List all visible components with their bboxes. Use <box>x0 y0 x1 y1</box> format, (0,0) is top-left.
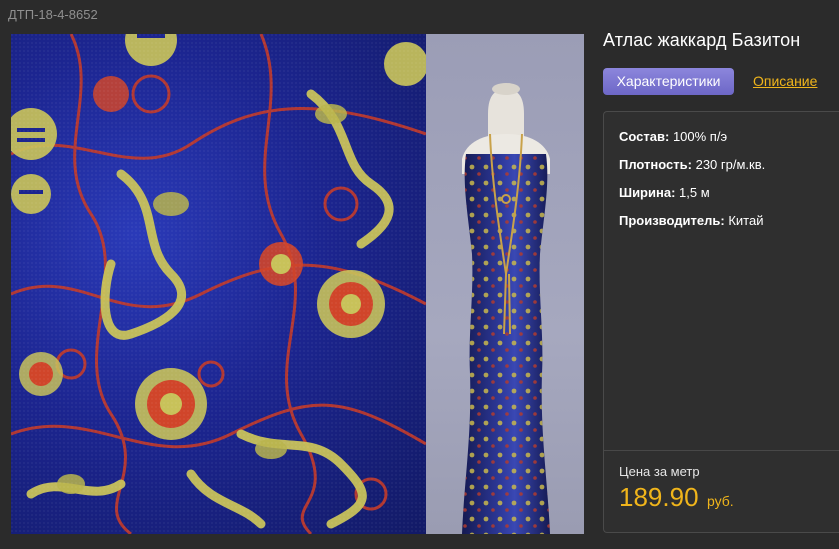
price-label: Цена за метр <box>619 464 700 479</box>
specs-panel: Состав: 100% п/э Плотность: 230 гр/м.кв.… <box>603 111 839 533</box>
spec-value: 100% п/э <box>672 129 728 144</box>
spec-density: Плотность: 230 гр/м.кв. <box>619 157 765 172</box>
tab-description[interactable]: Описание <box>753 73 817 89</box>
product-sku: ДТП-18-4-8652 <box>8 7 98 22</box>
mannequin-image <box>462 83 550 534</box>
spec-composition: Состав: 100% п/э <box>619 129 727 144</box>
fabric-pattern-image <box>11 34 426 534</box>
spec-label: Ширина: <box>619 185 676 200</box>
spec-value: Китай <box>728 213 764 228</box>
mannequin-photo[interactable] <box>426 34 584 534</box>
spec-width: Ширина: 1,5 м <box>619 185 710 200</box>
spec-manufacturer: Производитель: Китай <box>619 213 763 228</box>
spec-label: Состав: <box>619 129 670 144</box>
fabric-closeup-photo[interactable] <box>11 34 426 534</box>
price: 189.90 руб. <box>619 482 734 513</box>
spec-value: 230 гр/м.кв. <box>695 157 766 172</box>
price-currency: руб. <box>706 493 734 509</box>
panel-divider <box>604 450 839 451</box>
spec-value: 1,5 м <box>679 185 710 200</box>
tab-characteristics[interactable]: Характеристики <box>603 68 734 95</box>
spec-label: Плотность: <box>619 157 692 172</box>
product-title: Атлас жаккард Базитон <box>603 30 801 50</box>
price-value: 189.90 <box>619 482 699 512</box>
spec-label: Производитель: <box>619 213 725 228</box>
